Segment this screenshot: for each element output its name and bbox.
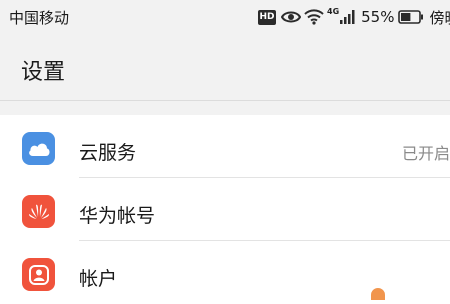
clock: 傍晚	[429, 8, 450, 27]
hd-icon: HD	[258, 9, 276, 25]
settings-list: 云服务 已开启 华为帐号 帐户	[0, 115, 450, 304]
wifi-icon	[304, 9, 324, 25]
page-title: 设置	[21, 60, 66, 85]
settings-item-huawei-account[interactable]: 华为帐号	[0, 178, 450, 241]
account-icon	[22, 258, 55, 291]
settings-item-value: 已开启	[402, 144, 450, 163]
battery-percent: 55%	[361, 8, 395, 26]
network-type-label: 4G	[327, 6, 340, 16]
settings-item-label: 华为帐号	[79, 205, 156, 227]
huawei-logo-icon	[22, 195, 55, 228]
settings-item-cloud-service[interactable]: 云服务 已开启	[0, 115, 450, 178]
signal-icon	[340, 10, 356, 24]
settings-item-label: 帐户	[79, 268, 118, 290]
settings-item-label: 云服务	[79, 142, 137, 164]
scroll-indicator[interactable]	[371, 288, 385, 300]
status-bar: 中国移动 HD 4G 55% 傍	[0, 0, 450, 34]
section-gap	[0, 101, 450, 115]
cloud-icon	[22, 132, 55, 165]
eye-icon	[281, 10, 301, 24]
status-icons: HD 4G 55% 傍	[258, 6, 450, 28]
carrier-name: 中国移动	[9, 9, 70, 27]
battery-icon	[398, 10, 424, 24]
page-header: 设置	[0, 34, 450, 101]
